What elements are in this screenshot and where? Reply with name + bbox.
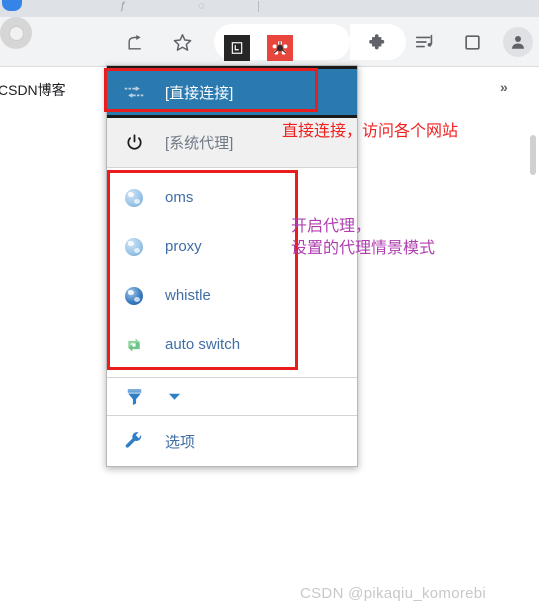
menu-item-options[interactable]: 选项 — [107, 416, 357, 466]
annotation-text-proxy: 开启代理， 设置的代理情景模式 — [291, 218, 436, 257]
menu-item-label: proxy — [165, 238, 202, 255]
menu-item-label: 选项 — [165, 433, 196, 451]
menu-item-filter[interactable] — [107, 378, 357, 416]
browser-toolbar — [0, 17, 539, 67]
extensions-puzzle-icon[interactable] — [363, 27, 393, 57]
globe-icon — [119, 188, 149, 207]
globe-icon — [119, 286, 149, 305]
tab-separator — [258, 1, 259, 12]
browser-chrome: ƒ ◌ — [0, 0, 539, 67]
side-panel-icon[interactable] — [457, 27, 487, 57]
menu-item-profile-whistle[interactable]: whistle — [107, 271, 357, 320]
menu-item-label: auto switch — [165, 336, 241, 353]
menu-item-label: [系统代理] — [165, 135, 234, 152]
menu-item-profile-oms[interactable]: oms — [107, 173, 357, 222]
profile-avatar-icon[interactable] — [503, 27, 533, 57]
menu-item-label: oms — [165, 189, 194, 206]
annotation-text-direct: 直接连接，访问各个网站 — [282, 123, 459, 140]
proxy-profiles-group: oms proxy whistle auto switch — [107, 168, 357, 378]
media-control-icon[interactable] — [410, 27, 440, 57]
globe-icon — [119, 237, 149, 256]
menu-item-direct-connection[interactable]: [直接连接] — [107, 66, 357, 118]
watermark: CSDN @pikaqiu_komorebi — [300, 585, 487, 602]
menu-item-label: [直接连接] — [165, 84, 234, 102]
bookmark-overflow-button[interactable]: » — [500, 79, 508, 95]
menu-item-label: whistle — [165, 287, 211, 304]
bookmark-item-csdn[interactable]: CSDN博客 — [0, 80, 66, 100]
tab-partial-glyph-2: ◌ — [198, 0, 205, 12]
extension-li-icon[interactable] — [224, 35, 250, 61]
switch-arrows-icon — [119, 336, 149, 354]
menu-item-profile-auto-switch[interactable]: auto switch — [107, 320, 357, 369]
tab-partial-glyph-1: ƒ — [120, 0, 127, 12]
chevron-down-icon[interactable] — [159, 392, 189, 401]
funnel-icon — [119, 387, 149, 406]
tab-strip[interactable]: ƒ ◌ — [0, 0, 539, 17]
power-icon — [119, 133, 149, 152]
extension-switchyomega-icon[interactable] — [0, 17, 32, 49]
bookmark-star-icon[interactable] — [167, 27, 197, 57]
share-icon[interactable] — [120, 27, 150, 57]
page-scrollbar[interactable] — [530, 135, 536, 175]
omega-ring — [8, 25, 24, 41]
tab-active-indicator[interactable] — [2, 0, 22, 11]
swap-arrows-icon — [119, 84, 149, 100]
wrench-icon — [119, 431, 149, 451]
extension-bug-icon[interactable] — [267, 35, 293, 61]
